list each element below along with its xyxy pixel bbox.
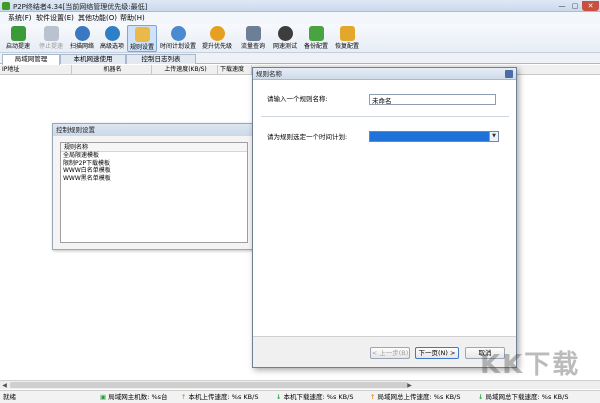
clock-icon bbox=[170, 26, 186, 41]
list-item[interactable]: WWW白名单模板 bbox=[61, 167, 247, 175]
download-icon bbox=[308, 26, 324, 41]
rule-name-input[interactable] bbox=[369, 94, 496, 105]
speed-test-button[interactable]: 网速测试 bbox=[270, 25, 300, 52]
scrollbar-thumb[interactable] bbox=[10, 382, 408, 388]
stop-icon bbox=[43, 26, 59, 41]
column-download-speed[interactable]: 下载速度 bbox=[218, 65, 252, 75]
column-machine-name[interactable]: 机器名 bbox=[72, 65, 152, 75]
horizontal-scrollbar[interactable]: ◀ ▶ bbox=[0, 380, 600, 389]
scroll-right-icon[interactable]: ▶ bbox=[405, 381, 414, 390]
divider bbox=[261, 116, 509, 117]
rule-settings-panel: 控制规则设置 规则名称 全局限速模板 限制P2P下载模板 WWW白名单模板 WW… bbox=[52, 123, 254, 250]
watermark-logo: KK下载 bbox=[480, 350, 581, 380]
maximize-button[interactable]: ▢ bbox=[569, 1, 581, 11]
search-icon bbox=[74, 26, 90, 41]
minimize-button[interactable]: — bbox=[556, 1, 568, 11]
tab-local-speed[interactable]: 本机网速使用 bbox=[60, 54, 126, 64]
advanced-options-button[interactable]: 高级选项 bbox=[98, 25, 126, 52]
menu-system[interactable]: 系统(F) bbox=[8, 13, 32, 23]
toolbar: 启动提速 停止提速 扫描网络 高级选项 规则设置 时间计划设置 提升优先级 流量… bbox=[0, 24, 600, 53]
rule-name-dialog: 规则名称 请输入一个规则名称: 请为规则选定一个时间计划: ▼ < 上一步(B)… bbox=[252, 67, 517, 368]
network-icon: ▣ bbox=[100, 393, 107, 401]
download-arrow-icon: ↓ bbox=[276, 393, 282, 401]
menu-bar: 系统(F) 软件设置(E) 其他功能(O) 帮助(H) bbox=[0, 12, 600, 24]
scroll-left-icon[interactable]: ◀ bbox=[0, 381, 9, 390]
chevron-down-icon[interactable]: ▼ bbox=[489, 132, 498, 141]
menu-help[interactable]: 帮助(H) bbox=[120, 13, 145, 23]
status-lan-upload: ↑ 局域网总上传速度: %s KB/S bbox=[370, 393, 461, 401]
document-icon bbox=[134, 27, 150, 42]
download-arrow-icon: ↓ bbox=[478, 393, 484, 401]
globe-icon bbox=[104, 26, 120, 41]
menu-software-settings[interactable]: 软件设置(E) bbox=[36, 13, 74, 23]
window-title: P2P终结者4.34[当前网络管理优先级:最低] bbox=[13, 3, 148, 11]
app-logo-icon bbox=[2, 2, 10, 10]
list-item[interactable]: WWW黑名单模板 bbox=[61, 175, 247, 183]
list-item[interactable]: 全局限速模板 bbox=[61, 152, 247, 160]
upload-arrow-icon: ↑ bbox=[370, 393, 376, 401]
tab-strip: 局域网管理 本机网速使用 控制日志列表 bbox=[0, 53, 600, 65]
tab-control-log[interactable]: 控制日志列表 bbox=[126, 54, 196, 64]
time-plan-button[interactable]: 时间计划设置 bbox=[158, 25, 198, 52]
previous-button[interactable]: < 上一步(B) bbox=[370, 347, 410, 359]
dialog-footer: < 上一步(B) 下一页(N) > 取消 bbox=[253, 336, 516, 367]
tab-lan-management[interactable]: 局域网管理 bbox=[2, 54, 60, 65]
menu-other-functions[interactable]: 其他功能(O) bbox=[78, 13, 117, 23]
gauge-icon bbox=[277, 26, 293, 41]
status-bar: 就绪 ▣ 局域网主机数: %s台 ↑ 本机上传速度: %s KB/S ↓ 本机下… bbox=[0, 390, 600, 403]
rule-settings-button[interactable]: 规则设置 bbox=[127, 25, 157, 52]
close-button[interactable]: ✕ bbox=[582, 1, 599, 11]
gift-icon bbox=[339, 26, 355, 41]
start-speedup-button[interactable]: 启动提速 bbox=[2, 25, 34, 52]
medal-icon bbox=[209, 26, 225, 41]
next-button[interactable]: 下一页(N) > bbox=[415, 347, 459, 359]
time-plan-label: 请为规则选定一个时间计划: bbox=[267, 133, 348, 141]
column-upload-speed[interactable]: 上传速度(KB/S) bbox=[152, 65, 218, 75]
upload-arrow-icon: ↑ bbox=[181, 393, 187, 401]
time-plan-select[interactable]: ▼ bbox=[369, 131, 499, 142]
scan-network-button[interactable]: 扫描网络 bbox=[68, 25, 96, 52]
status-ready: 就绪 bbox=[3, 393, 16, 401]
raise-priority-button[interactable]: 提升优先级 bbox=[200, 25, 234, 52]
list-item[interactable]: 限制P2P下载模板 bbox=[61, 160, 247, 168]
rule-settings-title: 控制规则设置 bbox=[53, 124, 253, 136]
database-icon bbox=[245, 26, 261, 41]
rule-list-header[interactable]: 规则名称 bbox=[61, 143, 247, 152]
status-host-count: ▣ 局域网主机数: %s台 bbox=[100, 393, 168, 401]
title-bar: P2P终结者4.34[当前网络管理优先级:最低] — ▢ ✕ bbox=[0, 0, 600, 12]
backup-config-button[interactable]: 备份配置 bbox=[301, 25, 331, 52]
status-local-upload: ↑ 本机上传速度: %s KB/S bbox=[181, 393, 259, 401]
column-ip[interactable]: IP地址 bbox=[0, 65, 72, 75]
stop-speedup-button[interactable]: 停止提速 bbox=[35, 25, 67, 52]
rule-name-label: 请输入一个规则名称: bbox=[267, 95, 328, 103]
status-local-download: ↓ 本机下载速度: %s KB/S bbox=[276, 393, 354, 401]
traffic-query-button[interactable]: 流量查询 bbox=[238, 25, 268, 52]
play-icon bbox=[10, 26, 26, 41]
rule-list: 规则名称 全局限速模板 限制P2P下载模板 WWW白名单模板 WWW黑名单模板 bbox=[60, 142, 248, 243]
dialog-title: 规则名称 bbox=[256, 70, 282, 78]
dialog-title-bar: 规则名称 bbox=[253, 68, 516, 80]
restore-config-button[interactable]: 恢复配置 bbox=[332, 25, 362, 52]
dialog-close-icon[interactable] bbox=[505, 70, 513, 78]
status-lan-download: ↓ 局域网总下载速度: %s KB/S bbox=[478, 393, 569, 401]
